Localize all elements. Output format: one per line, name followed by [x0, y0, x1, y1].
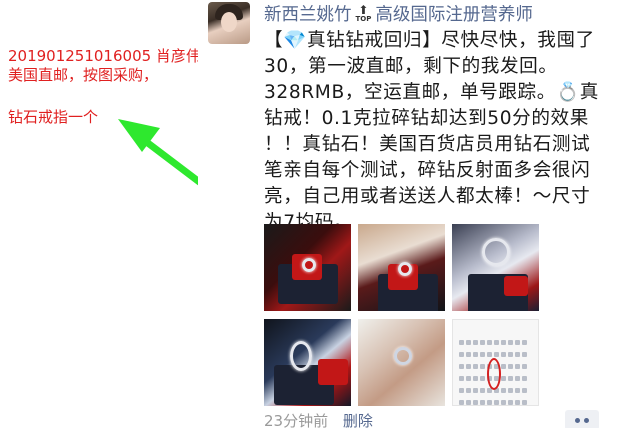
top-badge-text: TOP: [355, 15, 372, 23]
more-dot-icon: [575, 417, 580, 423]
content-line: ！！真钻石！美国百货店员用钻石测试: [264, 134, 591, 155]
content-line: 亮，自己用或者送送人都太棒！～尺寸: [264, 186, 591, 207]
post-time: 23分钟前: [264, 412, 329, 428]
avatar[interactable]: [208, 2, 250, 44]
content-line: 【💎真钻钻戒回归】尽快尽快，我囤了: [264, 30, 595, 51]
content-line: 328RMB，空运直邮，单号跟踪。💍真: [264, 82, 599, 103]
author-name[interactable]: 新西兰姚竹 ⬆ TOP 高级国际注册营养师: [264, 1, 533, 26]
ring-box-photo-4[interactable]: [264, 319, 351, 406]
author-name-prefix: 新西兰姚竹: [264, 5, 352, 25]
annotation-panel: 201901251016005 肖彦伟 美国直邮，按图采购， 钻石戒指一个: [0, 0, 309, 428]
size-highlight-circle: [487, 358, 501, 390]
more-options-button[interactable]: [565, 410, 599, 428]
ring-box-photo-2[interactable]: [358, 224, 445, 311]
more-dot-icon: [584, 417, 589, 423]
ring-size-chart[interactable]: [452, 319, 539, 406]
content-line: 30，第一波直邮，剩下的我发回。: [264, 56, 558, 77]
post-meta: 23分钟前 删除: [264, 410, 373, 428]
author-name-suffix: 高级国际注册营养师: [375, 5, 533, 25]
post-content: 【💎真钻钻戒回归】尽快尽快，我囤了 30，第一波直邮，剩下的我发回。 328RM…: [264, 28, 609, 236]
content-line: 笔亲自每个测试，碎钻反射面多会很闪: [264, 160, 591, 181]
moments-post: 新西兰姚竹 ⬆ TOP 高级国际注册营养师 【💎真钻钻戒回归】尽快尽快，我囤了 …: [198, 0, 617, 428]
top-badge-icon: ⬆ TOP: [355, 3, 372, 23]
ring-box-photo-1[interactable]: [264, 224, 351, 311]
content-line: 钻戒！0.1克拉碎钻却达到50分的效果: [264, 108, 589, 129]
ring-on-finger-photo[interactable]: [358, 319, 445, 406]
delete-link[interactable]: 删除: [343, 412, 373, 428]
ring-box-photo-3[interactable]: [452, 224, 539, 311]
